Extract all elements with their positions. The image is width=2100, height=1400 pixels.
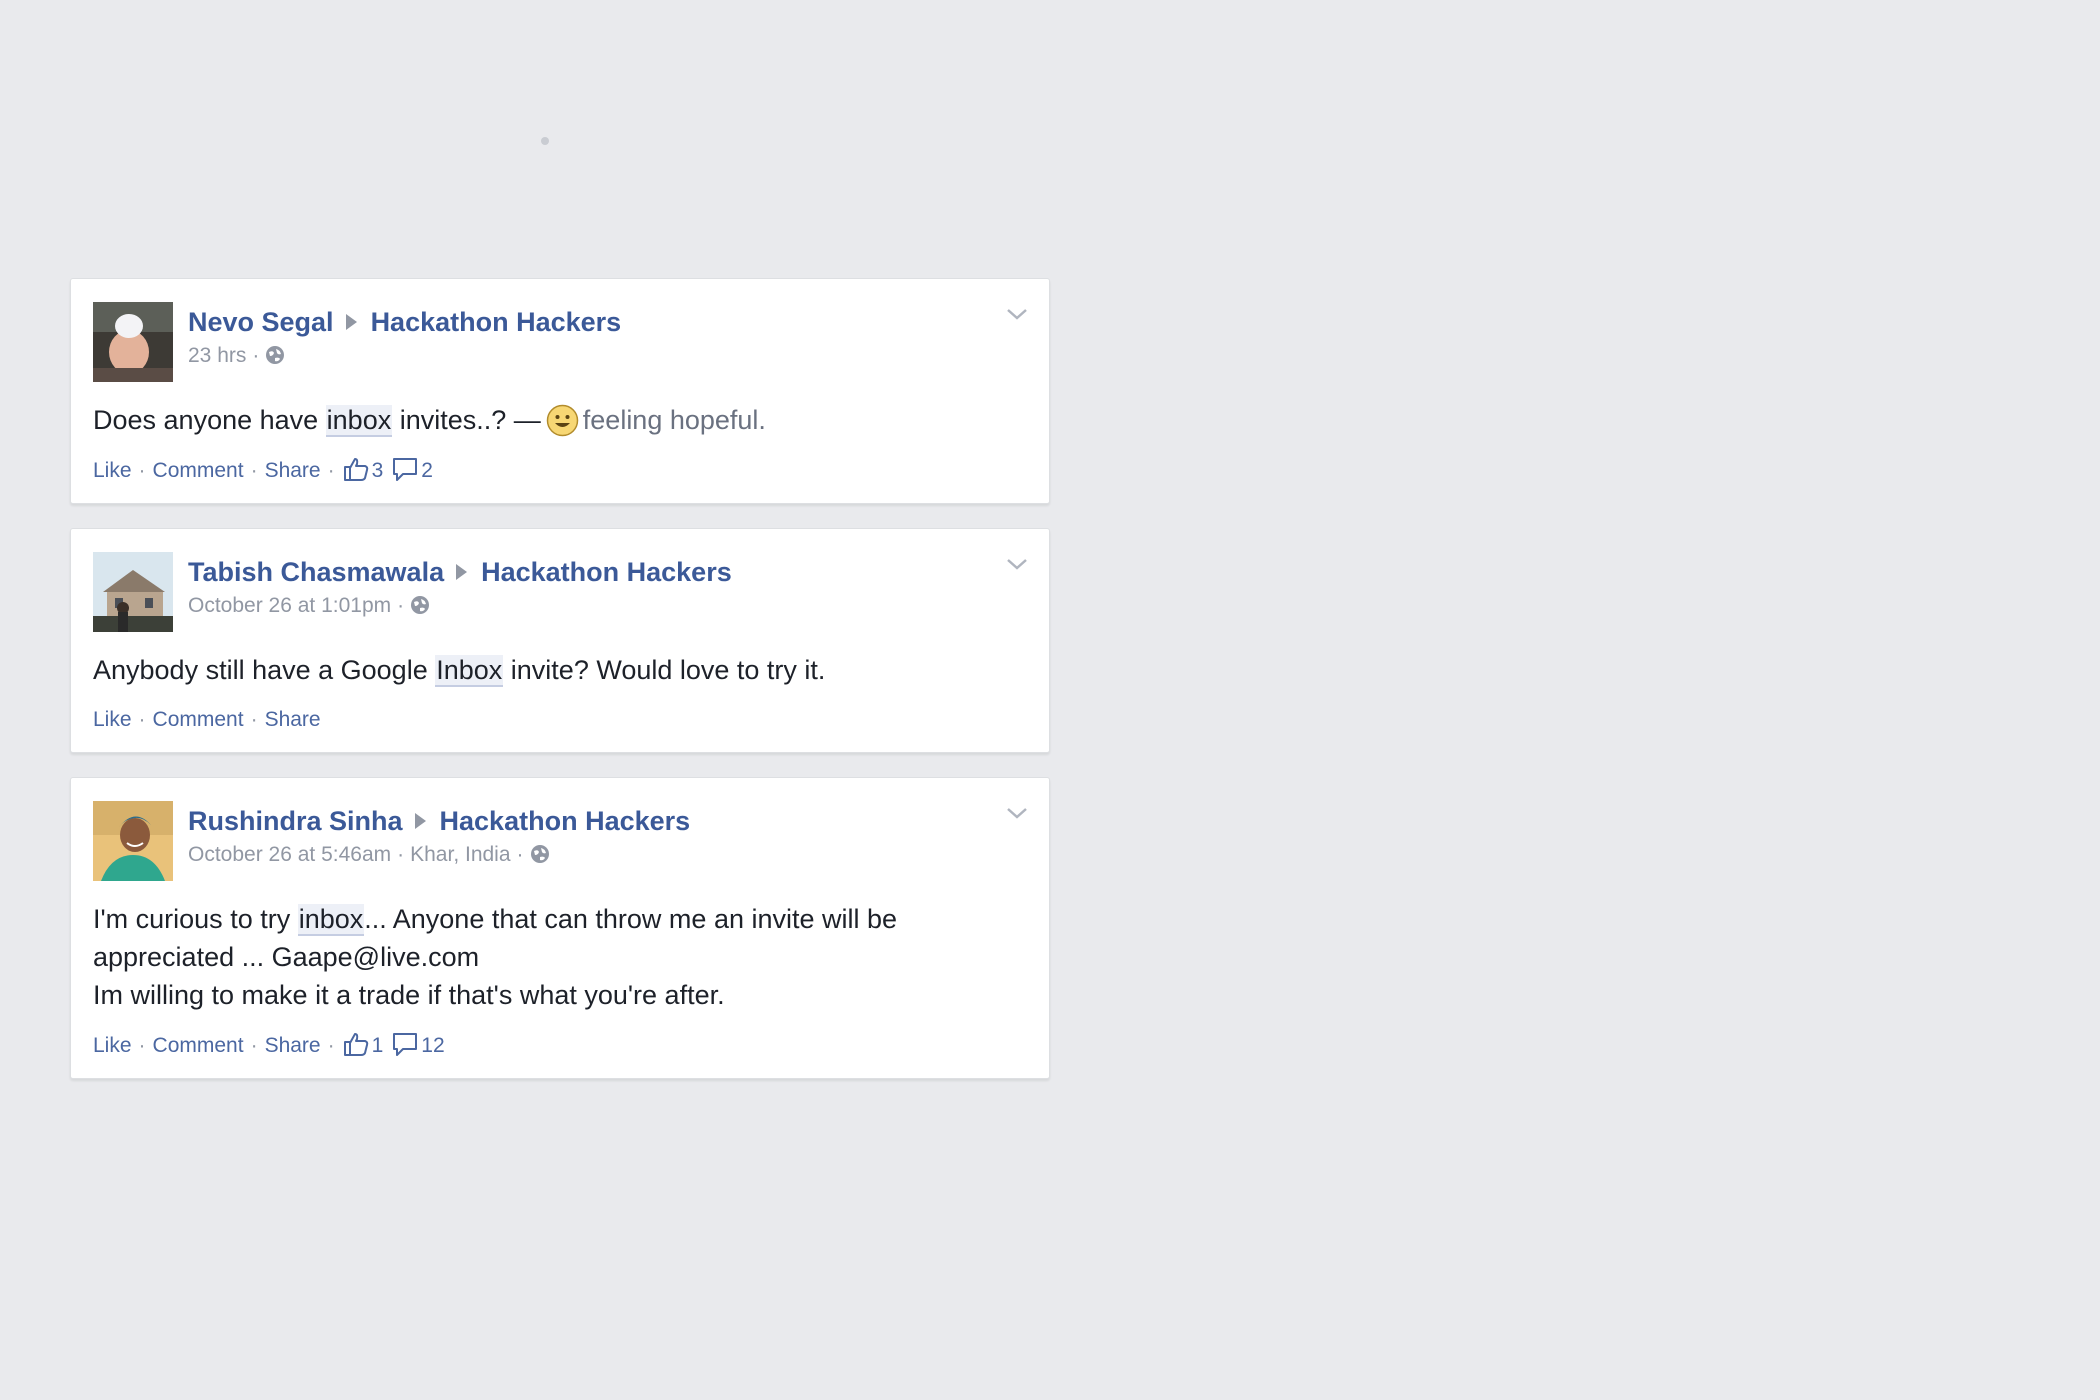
comment-link[interactable]: Comment xyxy=(153,1034,244,1057)
feeling-text[interactable]: feeling hopeful. xyxy=(583,405,766,435)
comment-bubble-icon[interactable] xyxy=(391,456,419,482)
story-body: Does anyone have inbox invites..? — feeli… xyxy=(93,401,1027,439)
separator: · xyxy=(252,344,260,367)
body-text: invite? Would love to try it. xyxy=(503,655,826,685)
thumbs-up-icon[interactable] xyxy=(342,456,370,482)
timestamp-link[interactable]: October 26 at 5:46am xyxy=(188,843,391,866)
separator: · xyxy=(138,1034,146,1057)
hashtag-highlight[interactable]: Inbox xyxy=(435,655,504,687)
body-text: I'm curious to try xyxy=(93,904,298,934)
author-link[interactable]: Tabish Chasmawala xyxy=(188,557,444,587)
hashtag-highlight[interactable]: inbox xyxy=(325,405,393,437)
like-link[interactable]: Like xyxy=(93,708,132,731)
story-actions: Like · Comment · Share · 1 12 xyxy=(93,1031,1027,1060)
body-text: Anybody still have a Google xyxy=(93,655,436,685)
name-line: Rushindra Sinha Hackathon Hackers xyxy=(188,804,690,838)
share-link[interactable]: Share xyxy=(265,459,321,482)
feed-story: Rushindra Sinha Hackathon Hackers October… xyxy=(70,777,1050,1079)
story-body: I'm curious to try inbox... Anyone that … xyxy=(93,900,1027,1014)
timestamp-link[interactable]: October 26 at 1:01pm xyxy=(188,594,391,617)
author-link[interactable]: Rushindra Sinha xyxy=(188,806,403,836)
comment-count[interactable]: 2 xyxy=(421,459,433,482)
comment-link[interactable]: Comment xyxy=(153,708,244,731)
loading-indicator xyxy=(541,137,549,145)
separator: · xyxy=(397,843,405,866)
comment-link[interactable]: Comment xyxy=(153,459,244,482)
triangle-right-icon xyxy=(345,313,357,330)
story-header-text: Tabish Chasmawala Hackathon Hackers Octob… xyxy=(188,552,732,620)
author-link[interactable]: Nevo Segal xyxy=(188,307,334,337)
meta-line: 23 hrs · xyxy=(188,342,621,370)
group-link[interactable]: Hackathon Hackers xyxy=(440,806,691,836)
story-body: Anybody still have a Google Inbox invite… xyxy=(93,651,1027,689)
separator: · xyxy=(397,594,405,617)
separator: · xyxy=(250,459,258,482)
triangle-right-icon xyxy=(414,812,426,829)
separator: · xyxy=(327,1034,335,1057)
story-actions: Like · Comment · Share · 3 2 xyxy=(93,456,1027,485)
story-header: Nevo Segal Hackathon Hackers 23 hrs · xyxy=(93,302,1027,382)
share-link[interactable]: Share xyxy=(265,1034,321,1057)
thumbs-up-icon[interactable] xyxy=(342,1031,370,1057)
smiley-icon xyxy=(546,404,579,437)
separator: · xyxy=(250,708,258,731)
globe-icon[interactable] xyxy=(530,844,550,864)
story-header: Rushindra Sinha Hackathon Hackers October… xyxy=(93,801,1027,881)
story-actions: Like · Comment · Share xyxy=(93,706,1027,734)
story-header-text: Rushindra Sinha Hackathon Hackers October… xyxy=(188,801,690,869)
separator: · xyxy=(250,1034,258,1057)
group-link[interactable]: Hackathon Hackers xyxy=(481,557,732,587)
group-link[interactable]: Hackathon Hackers xyxy=(371,307,622,337)
avatar[interactable] xyxy=(93,801,173,881)
avatar[interactable] xyxy=(93,302,173,382)
body-text: Does anyone have xyxy=(93,405,326,435)
hashtag-highlight[interactable]: inbox xyxy=(297,904,365,936)
news-feed: Nevo Segal Hackathon Hackers 23 hrs · Does… xyxy=(70,278,1050,1103)
story-header-text: Nevo Segal Hackathon Hackers 23 hrs · xyxy=(188,302,621,370)
feed-story: Nevo Segal Hackathon Hackers 23 hrs · Does… xyxy=(70,278,1050,504)
story-header: Tabish Chasmawala Hackathon Hackers Octob… xyxy=(93,552,1027,632)
like-link[interactable]: Like xyxy=(93,459,132,482)
meta-line: October 26 at 5:46am · Khar, India · xyxy=(188,841,690,869)
name-line: Tabish Chasmawala Hackathon Hackers xyxy=(188,555,732,589)
like-count[interactable]: 3 xyxy=(372,459,384,482)
triangle-right-icon xyxy=(456,563,468,580)
chevron-down-icon[interactable] xyxy=(1005,555,1029,573)
meta-line: October 26 at 1:01pm · xyxy=(188,592,732,620)
location-link[interactable]: Khar, India xyxy=(410,843,510,866)
chevron-down-icon[interactable] xyxy=(1005,305,1029,323)
chevron-down-icon[interactable] xyxy=(1005,804,1029,822)
avatar[interactable] xyxy=(93,552,173,632)
comment-count[interactable]: 12 xyxy=(421,1034,444,1057)
like-link[interactable]: Like xyxy=(93,1034,132,1057)
feed-story: Tabish Chasmawala Hackathon Hackers Octob… xyxy=(70,528,1050,753)
separator: · xyxy=(138,708,146,731)
separator: · xyxy=(138,459,146,482)
body-text: Im willing to make it a trade if that's … xyxy=(93,980,725,1010)
globe-icon[interactable] xyxy=(410,595,430,615)
share-link[interactable]: Share xyxy=(265,708,321,731)
timestamp-link[interactable]: 23 hrs xyxy=(188,344,246,367)
comment-bubble-icon[interactable] xyxy=(391,1031,419,1057)
like-count[interactable]: 1 xyxy=(372,1034,384,1057)
globe-icon[interactable] xyxy=(265,345,285,365)
separator: · xyxy=(516,843,524,866)
separator: · xyxy=(327,459,335,482)
name-line: Nevo Segal Hackathon Hackers xyxy=(188,305,621,339)
body-text: invites..? — xyxy=(392,405,541,435)
